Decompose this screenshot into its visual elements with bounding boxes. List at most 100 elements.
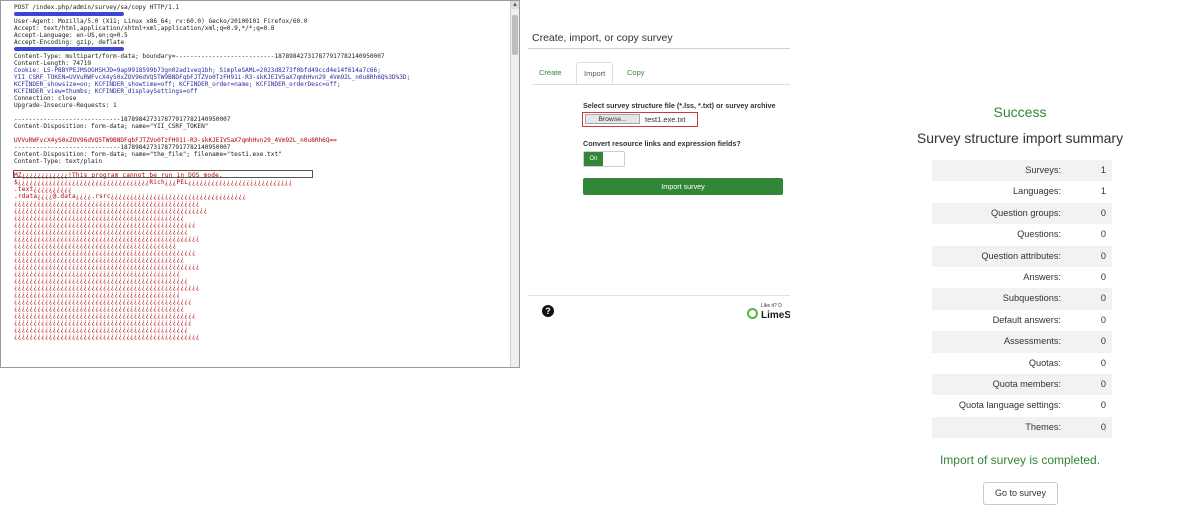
import-survey-button[interactable]: Import survey (583, 178, 783, 195)
binary-payload-line: ¿¿¿¿¿¿¿¿¿¿¿¿¿¿¿¿¿¿¿¿¿¿¿¿¿¿¿¿¿¿¿¿¿¿¿¿¿¿¿¿… (14, 249, 196, 256)
request-line-text: KCFINDER_showsize=on; KCFINDER_showtime=… (14, 81, 341, 88)
request-line: Content-Type: multipart/form-data; bound… (14, 53, 507, 60)
binary-payload-line: .text¿¿¿¿¿¿¿¿¿¿ (14, 186, 73, 193)
summary-row: Quotas: 0 (932, 353, 1112, 374)
binary-payload-line: ¿¿¿¿¿¿¿¿¿¿¿¿¿¿¿¿¿¿¿¿¿¿¿¿¿¿¿¿¿¿¿¿¿¿¿¿¿¿¿¿… (14, 291, 181, 298)
request-line: Content-Disposition: form-data; name="YI… (14, 123, 507, 130)
binary-payload-line: ¿¿¿¿¿¿¿¿¿¿¿¿¿¿¿¿¿¿¿¿¿¿¿¿¿¿¿¿¿¿¿¿¿¿¿¿¿¿¿¿… (14, 242, 177, 249)
file-field-label: Select survey structure file (*.lss, *.t… (583, 101, 776, 110)
request-line (14, 11, 507, 18)
summary-value: 0 (1100, 357, 1106, 368)
summary-label: Questions: (1017, 229, 1061, 240)
summary-label: Subquestions: (1002, 293, 1061, 304)
request-line-text: -----------------------------18789842731… (14, 116, 231, 123)
summary-row: Subquestions: 0 (932, 288, 1112, 310)
redaction-bar (14, 12, 124, 16)
summary-value: 0 (1100, 229, 1106, 240)
request-line: Connection: close (14, 95, 507, 102)
summary-value: 0 (1100, 378, 1106, 389)
summary-table: Surveys: 1 Languages: 1 Question groups: 0 Que… (932, 160, 1112, 439)
summary-value: 1 (1100, 186, 1106, 197)
import-summary-panel: Success Survey structure import summary … (905, 90, 1175, 513)
request-line (14, 109, 507, 116)
binary-payload-line: .rdata¿¿¿¿@.data¿¿¿¿.rsrc¿¿¿¿¿¿¿¿¿¿¿¿¿¿¿… (14, 193, 247, 200)
request-line: Content-Length: 74719 (14, 60, 507, 67)
summary-value: 0 (1100, 421, 1106, 432)
footer-divider (528, 295, 790, 296)
binary-payload-line: ¿¿¿¿¿¿¿¿¿¿¿¿¿¿¿¿¿¿¿¿¿¿¿¿¿¿¿¿¿¿¿¿¿¿¿¿¿¿¿¿… (14, 263, 200, 270)
request-line: Content-Type: text/plain (14, 158, 507, 165)
tab-import[interactable]: Import (576, 62, 614, 84)
binary-payload-line: ¿¿¿¿¿¿¿¿¿¿¿¿¿¿¿¿¿¿¿¿¿¿¿¿¿¿¿¿¿¿¿¿¿¿¿¿¿¿¿¿… (14, 305, 185, 312)
summary-value: 0 (1100, 207, 1106, 218)
binary-payload-line: ¿¿¿¿¿¿¿¿¿¿¿¿¿¿¿¿¿¿¿¿¿¿¿¿¿¿¿¿¿¿¿¿¿¿¿¿¿¿¿¿… (14, 319, 192, 326)
request-line: Upgrade-Insecure-Requests: 1 (14, 102, 507, 109)
summary-row: Question attributes: 0 (932, 245, 1112, 267)
help-icon[interactable]: ? (542, 305, 554, 317)
binary-payload-line: ¿¿¿¿¿¿¿¿¿¿¿¿¿¿¿¿¿¿¿¿¿¿¿¿¿¿¿¿¿¿¿¿¿¿¿¿¿¿¿¿… (14, 200, 200, 207)
request-line: Accept-Language: en-US,en;q=0.5 (14, 32, 507, 39)
summary-value: 1 (1100, 165, 1106, 175)
request-line-text: Upgrade-Insecure-Requests: 1 (14, 102, 117, 109)
binary-payload-line: ¿¿¿¿¿¿¿¿¿¿¿¿¿¿¿¿¿¿¿¿¿¿¿¿¿¿¿¿¿¿¿¿¿¿¿¿¿¿¿¿… (14, 298, 192, 305)
request-line-text: Content-Disposition: form-data; name="YI… (14, 123, 209, 130)
binary-payload-line: ¿¿¿¿¿¿¿¿¿¿¿¿¿¿¿¿¿¿¿¿¿¿¿¿¿¿¿¿¿¿¿¿¿¿¿¿¿¿¿¿… (14, 333, 200, 340)
request-line-text: Accept: text/html,application/xhtml+xml,… (14, 25, 275, 32)
summary-row: Quota language settings: 0 (932, 395, 1112, 416)
binary-payload-line: ¿¿¿¿¿¿¿¿¿¿¿¿¿¿¿¿¿¿¿¿¿¿¿¿¿¿¿¿¿¿¿¿¿¿¿¿¿¿¿¿… (14, 277, 189, 284)
summary-label: Languages: (1012, 186, 1061, 197)
summary-value: 0 (1100, 250, 1106, 261)
request-line-text: Accept-Language: en-US,en;q=0.5 (14, 32, 128, 39)
limesurvey-logo[interactable]: Like it? D LimeSu (747, 303, 790, 325)
tab-create[interactable]: Create (532, 62, 569, 84)
request-line: Accept-Encoding: gzip, deflate (14, 39, 507, 46)
request-line (14, 46, 507, 53)
request-line-text: KCFINDER_view=thumbs; KCFINDER_displaySe… (14, 88, 198, 95)
scrollbar-thumb[interactable] (512, 15, 518, 55)
summary-label: Default answers: (992, 314, 1061, 325)
summary-row: Quota members: 0 (932, 373, 1112, 396)
summary-label: Answers: (1023, 271, 1061, 282)
summary-title: Survey structure import summary (916, 130, 1124, 146)
summary-value: 0 (1100, 336, 1106, 347)
toggle-on-label: On (584, 152, 603, 166)
request-line: POST /index.php/admin/survey/sa/copy HTT… (14, 4, 507, 11)
request-line-text: Accept-Encoding: gzip, deflate (14, 39, 125, 46)
file-input[interactable]: Browse... test1.exe.txt (582, 112, 698, 127)
summary-label: Quotas: (1028, 357, 1061, 368)
summary-label: Question groups: (991, 207, 1061, 218)
binary-payload-line: ¿¿¿¿¿¿¿¿¿¿¿¿¿¿¿¿¿¿¿¿¿¿¿¿¿¿¿¿¿¿¿¿¿¿¿¿¿¿¿¿… (14, 207, 208, 214)
convert-links-toggle[interactable]: On (583, 151, 625, 167)
scroll-up-icon[interactable]: ▲ (511, 1, 519, 9)
tab-copy[interactable]: Copy (620, 62, 652, 84)
binary-payload-line: ¿¿¿¿¿¿¿¿¿¿¿¿¿¿¿¿¿¿¿¿¿¿¿¿¿¿¿¿¿¿¿¿¿¿¿¿¿¿¿¿… (14, 312, 196, 319)
filename-highlight-box (13, 170, 313, 178)
summary-label: Quota language settings: (958, 400, 1061, 411)
browse-button[interactable]: Browse... (585, 114, 640, 124)
binary-payload-line: ¿¿¿¿¿¿¿¿¿¿¿¿¿¿¿¿¿¿¿¿¿¿¿¿¿¿¿¿¿¿¿¿¿¿¿¿¿¿¿¿… (14, 235, 200, 242)
selected-file-name: test1.exe.txt (645, 115, 686, 124)
summary-row: Themes: 0 (932, 416, 1112, 439)
request-line: Content-Disposition: form-data; name="th… (14, 151, 507, 158)
summary-row: Assessments: 0 (932, 331, 1112, 353)
request-line: -----------------------------18789842731… (14, 144, 507, 151)
import-survey-panel: Create, import, or copy survey Create Im… (528, 0, 790, 368)
binary-payload-line: ¿¿¿¿¿¿¿¿¿¿¿¿¿¿¿¿¿¿¿¿¿¿¿¿¿¿¿¿¿¿¿¿¿¿¿¿¿¿¿¿… (14, 221, 196, 228)
request-line: KCFINDER_showsize=on; KCFINDER_showtime=… (14, 81, 507, 88)
binary-payload-line: ¿¿¿¿¿¿¿¿¿¿¿¿¿¿¿¿¿¿¿¿¿¿¿¿¿¿¿¿¿¿¿¿¿¿¿¿¿¿¿¿… (14, 228, 189, 235)
request-line (14, 130, 507, 137)
request-line: Cookie: LS-PBBYPEJMSOGHSHJD=9ap9918599b7… (14, 67, 507, 74)
success-heading: Success (993, 104, 1047, 120)
request-line-text: Content-Type: text/plain (14, 158, 103, 165)
request-line-text: UVVuRWFvcX4yS0xZOV96dVQ5TW9BNDFqbFJTZVo0… (14, 137, 337, 144)
go-to-survey-button[interactable]: Go to survey (983, 482, 1058, 505)
request-scrollbar[interactable]: ▲ (510, 1, 519, 367)
request-line: YII_CSRF_TOKEN=UVVuRWFvcX4yS0xZOV96dVQ5T… (14, 74, 507, 81)
http-request-viewer: POST /index.php/admin/survey/sa/copy HTT… (0, 0, 520, 368)
binary-payload-line: ¿¿¿¿¿¿¿¿¿¿¿¿¿¿¿¿¿¿¿¿¿¿¿¿¿¿¿¿¿¿¿¿¿¿¿¿¿¿¿¿… (14, 326, 189, 333)
summary-row: Default answers: 0 (932, 310, 1112, 331)
summary-row: Questions: 0 (932, 224, 1112, 245)
logo-name: LimeSu (761, 310, 790, 321)
import-complete-message: Import of survey is completed. (939, 453, 1101, 467)
request-line-text: Cookie: LS-PBBYPEJMSOGHSHJD=9ap9918599b7… (14, 67, 381, 74)
